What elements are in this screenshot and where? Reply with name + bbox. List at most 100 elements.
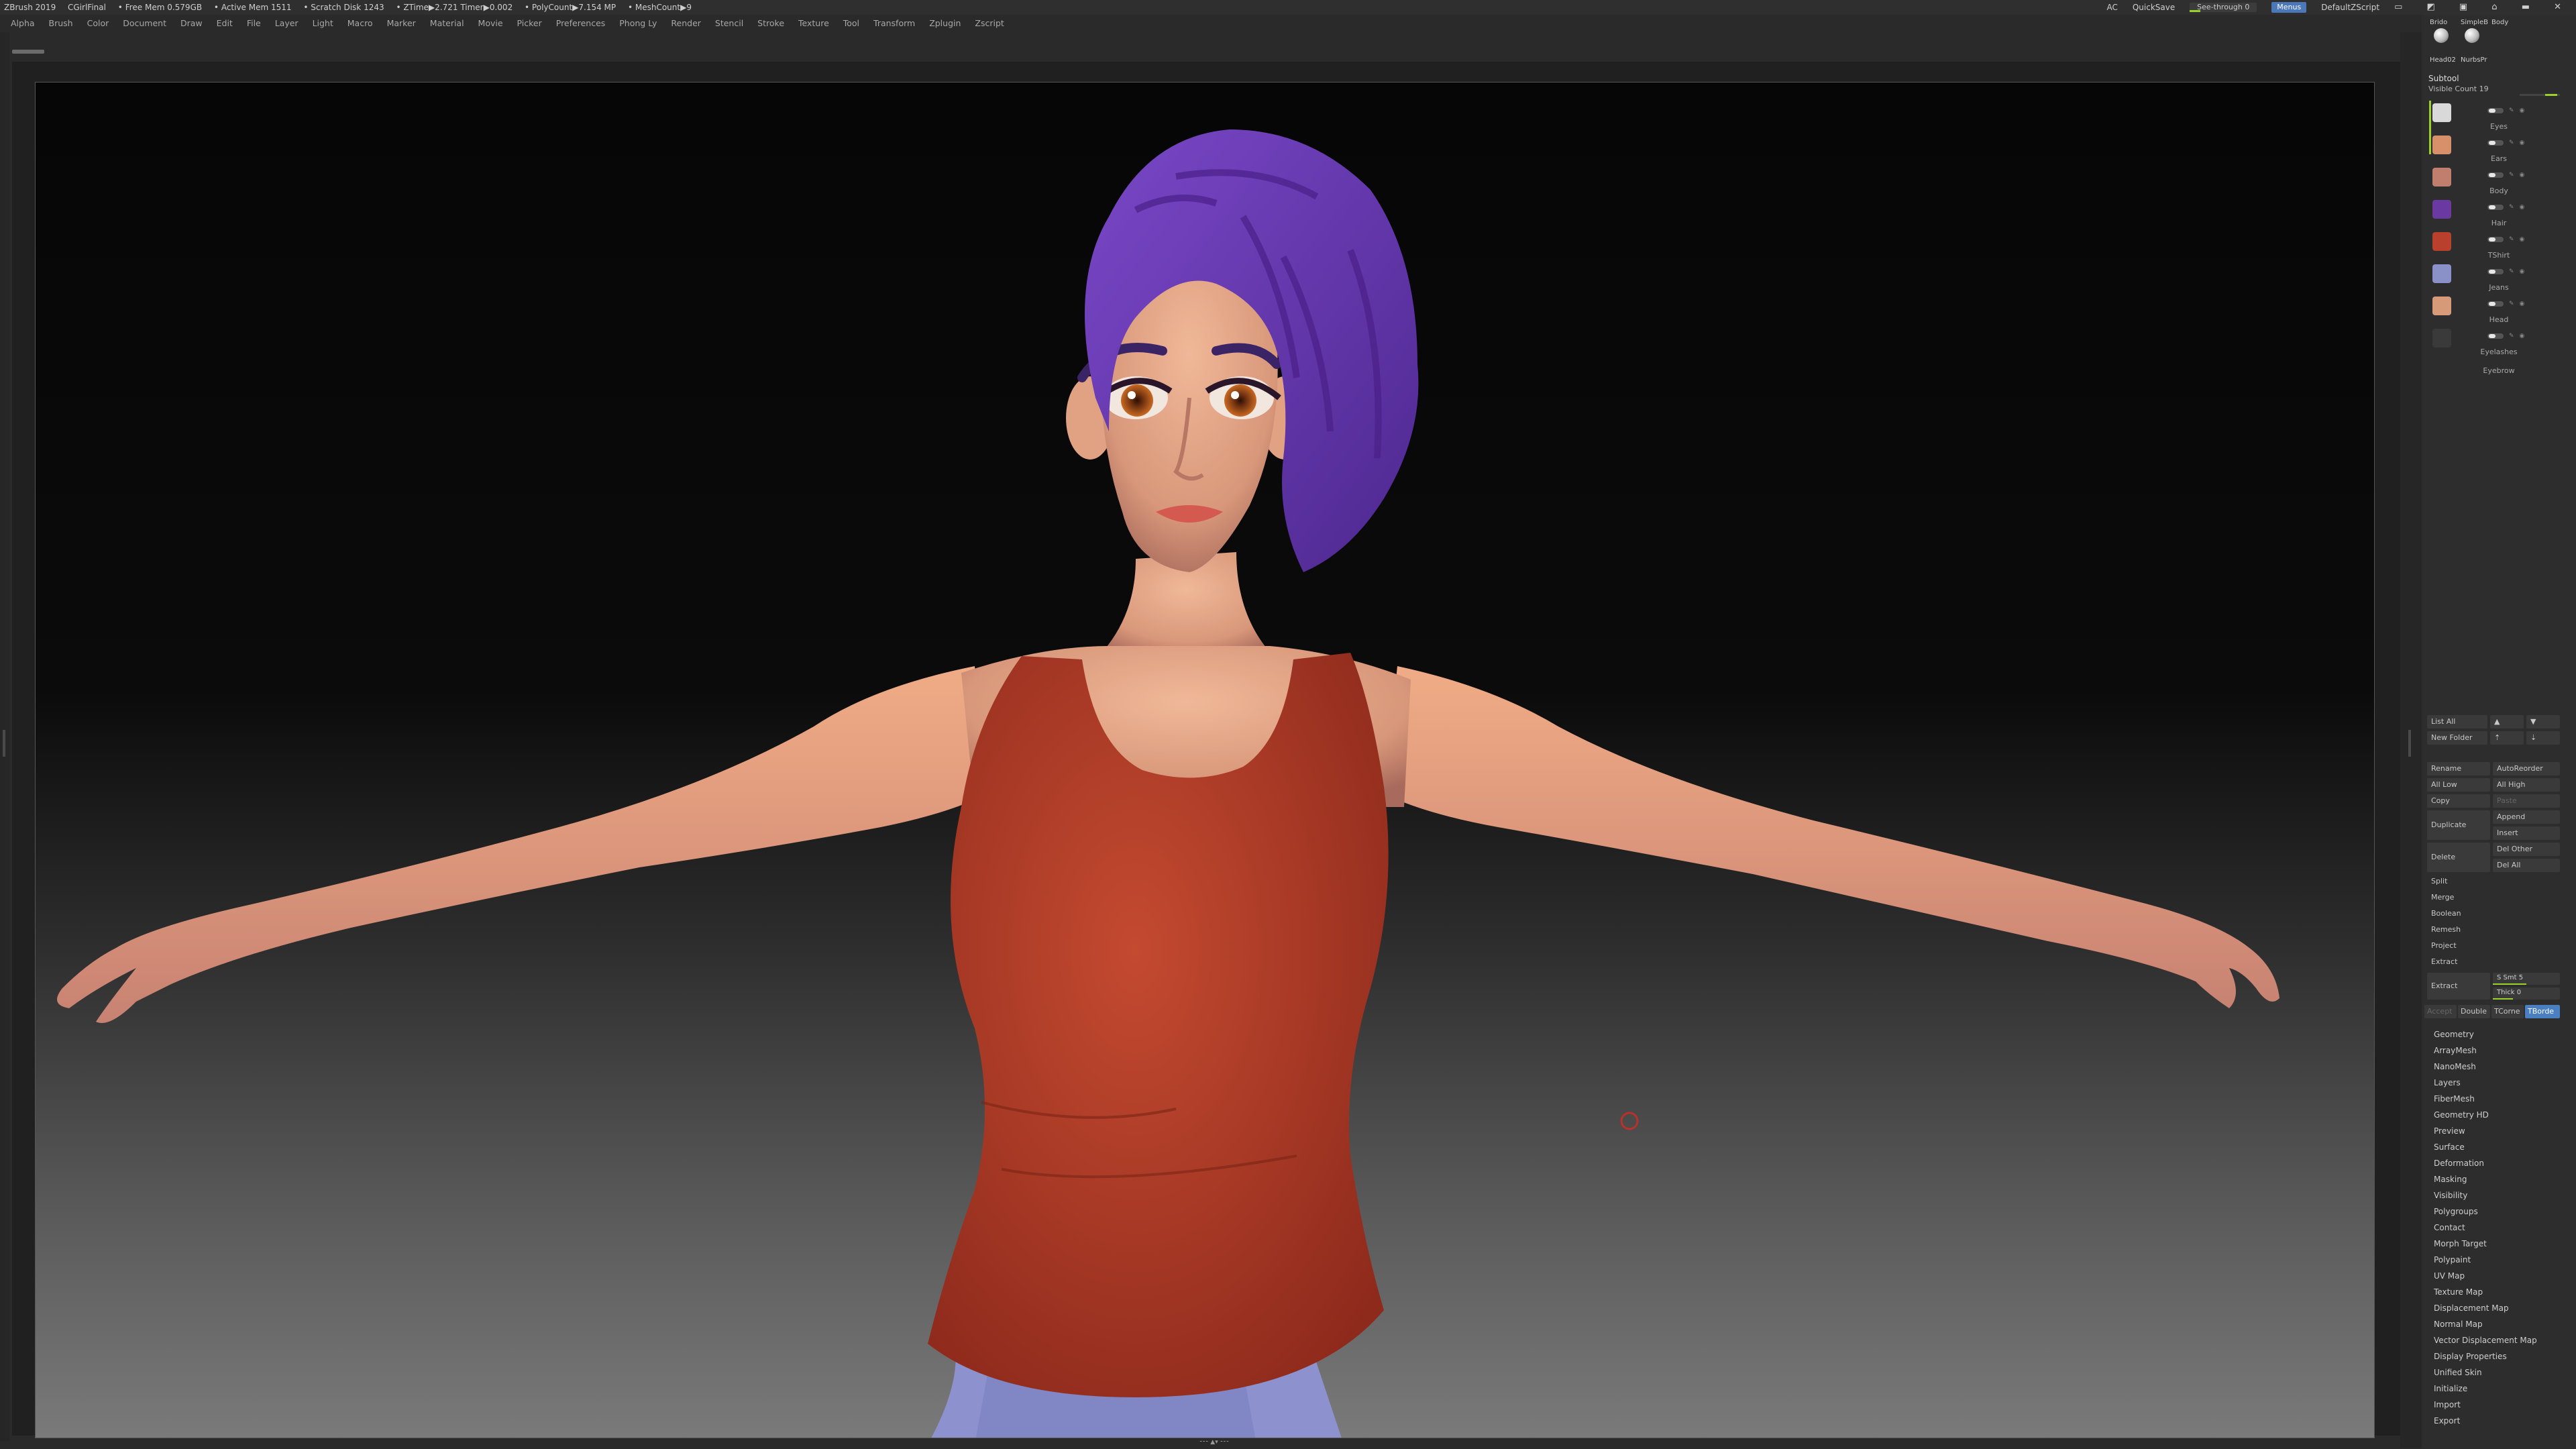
subpalette-texture-map[interactable]: Texture Map (2434, 1284, 2568, 1300)
split-section[interactable]: Split (2427, 875, 2447, 888)
menu-brush[interactable]: Brush (49, 18, 73, 28)
tool-thumb-nurbspr[interactable]: SimpleB NurbsPr (2461, 19, 2488, 64)
paste-button[interactable]: Paste (2493, 794, 2560, 808)
brush-icon[interactable]: ✎ (2509, 333, 2514, 339)
eye-icon[interactable]: ◉ (2520, 172, 2525, 178)
bottom-tray-handle[interactable]: ⁃⁃⁃ ▲▾ ⁃⁃⁃ (1167, 1440, 1261, 1446)
move-down-icon[interactable]: ⇣ (2526, 731, 2560, 745)
visibility-toggle[interactable] (2487, 108, 2504, 113)
subpalette-import[interactable]: Import (2434, 1397, 2568, 1413)
sculpt-model[interactable] (36, 83, 2375, 1438)
subtool-item-eyelashes[interactable]: ✎ ◉ Eyelashes (2427, 326, 2571, 358)
ac-button[interactable]: AC (2106, 0, 2117, 15)
subtool-item-hair[interactable]: ✎ ◉ Hair (2427, 197, 2571, 229)
brush-icon[interactable]: ✎ (2509, 107, 2514, 114)
tray-handle[interactable] (3, 730, 5, 757)
subtool-item-jeans[interactable]: ✎ ◉ Jeans (2427, 262, 2571, 294)
brush-icon[interactable]: ✎ (2509, 301, 2514, 307)
duplicate-button[interactable]: Duplicate (2427, 810, 2490, 840)
subpalette-layers[interactable]: Layers (2434, 1075, 2568, 1091)
brush-icon[interactable]: ✎ (2509, 204, 2514, 211)
subpalette-nanomesh[interactable]: NanoMesh (2434, 1059, 2568, 1075)
window-controls[interactable]: ▭ ◩ ▣ ⌂ ▬ ✕ (2394, 0, 2572, 15)
visibility-toggle[interactable] (2487, 269, 2504, 274)
menu-phong-ly[interactable]: Phong Ly (619, 18, 657, 28)
eye-icon[interactable]: ◉ (2520, 301, 2525, 307)
menu-draw[interactable]: Draw (180, 18, 203, 28)
extract-section[interactable]: Extract (2427, 955, 2457, 969)
all-high-button[interactable]: All High (2493, 778, 2560, 792)
menu-stencil[interactable]: Stencil (715, 18, 743, 28)
insert-button[interactable]: Insert (2493, 826, 2560, 840)
eye-icon[interactable]: ◉ (2520, 236, 2525, 243)
tborder-button[interactable]: TBorde (2525, 1005, 2560, 1018)
menu-macro[interactable]: Macro (347, 18, 373, 28)
eye-icon[interactable]: ◉ (2520, 204, 2525, 211)
visibility-toggle[interactable] (2487, 205, 2504, 210)
subpalette-polygroups[interactable]: Polygroups (2434, 1203, 2568, 1220)
brush-icon[interactable]: ✎ (2509, 268, 2514, 275)
autoreorder-button[interactable]: AutoReorder (2493, 762, 2560, 775)
visibility-toggle[interactable] (2487, 172, 2504, 178)
delete-button[interactable]: Delete (2427, 843, 2490, 872)
menu-layer[interactable]: Layer (275, 18, 299, 28)
menu-picker[interactable]: Picker (517, 18, 542, 28)
subtool-header[interactable]: Subtool (2428, 74, 2459, 83)
menu-marker[interactable]: Marker (387, 18, 416, 28)
visible-count[interactable]: Visible Count 19 (2428, 85, 2489, 93)
menu-transform[interactable]: Transform (873, 18, 915, 28)
boolean-section[interactable]: Boolean (2427, 907, 2461, 920)
menu-edit[interactable]: Edit (217, 18, 233, 28)
subtool-item-body[interactable]: ✎ ◉ Body (2427, 165, 2571, 197)
subpalette-deformation[interactable]: Deformation (2434, 1155, 2568, 1171)
see-through-slider[interactable]: See-through 0 (2190, 3, 2257, 12)
arrow-down-icon[interactable]: ▼ (2526, 715, 2560, 729)
copy-button[interactable]: Copy (2427, 794, 2490, 808)
menu-tool[interactable]: Tool (843, 18, 859, 28)
remesh-section[interactable]: Remesh (2427, 923, 2461, 936)
extract-button[interactable]: Extract (2427, 973, 2490, 1000)
append-button[interactable]: Append (2493, 810, 2560, 824)
subpalette-export[interactable]: Export (2434, 1413, 2568, 1429)
subpalette-initialize[interactable]: Initialize (2434, 1381, 2568, 1397)
shelf-grab-handle[interactable] (12, 50, 44, 54)
subpalette-polypaint[interactable]: Polypaint (2434, 1252, 2568, 1268)
subpalette-visibility[interactable]: Visibility (2434, 1187, 2568, 1203)
subpalette-geometry[interactable]: Geometry (2434, 1026, 2568, 1042)
menu-stroke[interactable]: Stroke (757, 18, 784, 28)
all-low-button[interactable]: All Low (2427, 778, 2490, 792)
menu-zplugin[interactable]: Zplugin (929, 18, 961, 28)
new-folder-button[interactable]: New Folder (2427, 731, 2487, 745)
subtool-item-tshirt[interactable]: ✎ ◉ TShirt (2427, 229, 2571, 262)
project-section[interactable]: Project (2427, 939, 2457, 953)
subpalette-display-properties[interactable]: Display Properties (2434, 1348, 2568, 1364)
rename-button[interactable]: Rename (2427, 762, 2490, 775)
menu-color[interactable]: Color (87, 18, 109, 28)
tcorne-button[interactable]: TCorne (2491, 1005, 2524, 1018)
brush-icon[interactable]: ✎ (2509, 172, 2514, 178)
brush-icon[interactable]: ✎ (2509, 236, 2514, 243)
visible-count-slider[interactable] (2520, 94, 2560, 96)
canvas[interactable] (35, 82, 2375, 1438)
tray-handle[interactable] (2408, 730, 2411, 757)
subtool-item-ears[interactable]: ✎ ◉ Ears (2427, 133, 2571, 165)
eye-icon[interactable]: ◉ (2520, 140, 2525, 146)
visibility-toggle[interactable] (2487, 301, 2504, 307)
visibility-toggle[interactable] (2487, 237, 2504, 242)
menu-light[interactable]: Light (313, 18, 333, 28)
menu-texture[interactable]: Texture (798, 18, 829, 28)
subpalette-arraymesh[interactable]: ArrayMesh (2434, 1042, 2568, 1059)
visibility-toggle[interactable] (2487, 140, 2504, 146)
merge-section[interactable]: Merge (2427, 891, 2454, 904)
del-all-button[interactable]: Del All (2493, 859, 2560, 872)
subpalette-normal-map[interactable]: Normal Map (2434, 1316, 2568, 1332)
menu-alpha[interactable]: Alpha (11, 18, 35, 28)
menu-render[interactable]: Render (671, 18, 701, 28)
subpalette-surface[interactable]: Surface (2434, 1139, 2568, 1155)
subpalette-displacement-map[interactable]: Displacement Map (2434, 1300, 2568, 1316)
document-viewport[interactable] (12, 62, 2400, 1438)
subtool-item-eyes[interactable]: ✎ ◉ Eyes (2427, 101, 2571, 133)
brush-icon[interactable]: ✎ (2509, 140, 2514, 146)
subpalette-geometry-hd[interactable]: Geometry HD (2434, 1107, 2568, 1123)
subpalette-contact[interactable]: Contact (2434, 1220, 2568, 1236)
